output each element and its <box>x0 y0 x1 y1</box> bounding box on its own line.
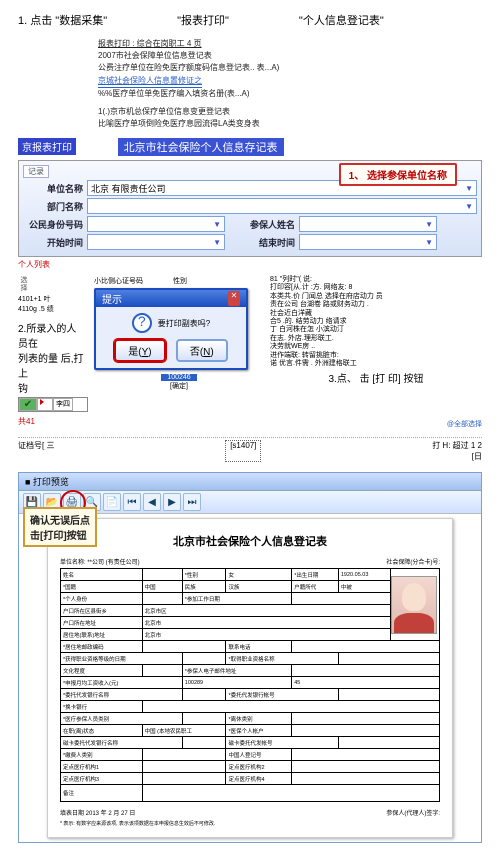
form-sign: 参保人(代理人)签字: <box>386 808 440 817</box>
bar-right: 北京市社会保险个人信息存记表 <box>118 138 284 156</box>
ok-pill: 100246 <box>161 374 196 381</box>
report-line-7: 比喻医疗单项倒险免医疗息园流得LA类变身表 <box>98 118 482 130</box>
input-name[interactable]: ▼ <box>299 216 437 232</box>
page-icon[interactable]: 📄 <box>103 493 121 511</box>
step3: 3.点、 击 [打 印] 按钮 <box>270 374 482 386</box>
chevron-down-icon: ▼ <box>213 238 221 247</box>
no-button[interactable]: 否(N) <box>176 339 228 362</box>
count-label: 共41 <box>18 416 88 427</box>
label-unit: 单位名称 <box>23 182 83 195</box>
report-line-3: 公费注疗单位在险免医疗额度码信息登记表.. 表...A) <box>98 62 482 74</box>
input-start[interactable]: ▼ <box>87 234 225 250</box>
callout-select-unit: 1、 选择参保单位名称 <box>339 163 457 186</box>
select-dept[interactable]: ▼ <box>87 198 477 214</box>
title-bars: 京报表打印 北京市社会保险个人信息存记表 <box>18 138 482 156</box>
label-idnum: 公民身份号码 <box>23 218 83 231</box>
step1-col3: "个人信息登记表" <box>299 12 384 28</box>
input-idnum[interactable]: ▼ <box>87 216 225 232</box>
sub-left: 单位名称: **公司 (有责任公司) <box>60 557 140 566</box>
nav-prev-icon[interactable]: ◀ <box>143 493 161 511</box>
print-preview-window: ■ 打印预览 💾 📂 🖨 🔍 📄 ⏮ ◀ ▶ ⏭ 确认无误后点 击[打印]按钮 … <box>18 472 482 843</box>
preview-page: 北京市社会保险个人信息登记表 单位名称: **公司 (有责任公司) 社会保障(分… <box>47 518 453 838</box>
tab-indicator: 记录 <box>23 165 49 178</box>
label-start: 开始时间 <box>23 236 83 249</box>
report-line-4: 京城社会保险人信息置修证之 <box>98 75 202 88</box>
ok-text: [确定] <box>170 383 188 390</box>
step1-text: 1. 点击 "数据采集" <box>18 12 107 28</box>
bar-left: 京报表打印 <box>18 138 76 155</box>
query-form-panel: 记录 单位名称 北京 有限责任公司▼ 1、 选择参保单位名称 部门名称 ▼ 公民… <box>18 160 482 257</box>
step2: 2.所录入的人 员在 列表的量 后,打上 钩 <box>18 320 88 395</box>
chevron-down-icon: ▼ <box>213 220 221 229</box>
registration-table: 姓名 *性别女 *出生日期1920.05.03 *国籍中国民族汉族户籍所代中被 … <box>60 568 440 802</box>
chevron-down-icon: ▼ <box>425 238 433 247</box>
report-line-2: 2007市社会保障单位信息登记表 <box>98 50 482 62</box>
report-list: 报表打印 : 综合在岗职工 4 页 2007市社会保障单位信息登记表 公费注疗单… <box>98 38 482 130</box>
report-line-6: 1(.)京市机总保疗单位信息变更登记表 <box>98 106 482 118</box>
right-notes: 81 "列时"( 说: 打印容[从.计 :方. 网络友: 8 本类共.价 门闻总… <box>270 276 482 419</box>
mid-footer: 证档号[ 三 [s1407] 打 H: 超过 1 2 [日 <box>18 437 482 462</box>
dialog-title-text: 提示 <box>102 291 122 306</box>
nav-last-icon[interactable]: ⏭ <box>183 493 201 511</box>
form-title: 北京市社会保险个人信息登记表 <box>60 533 440 549</box>
close-icon[interactable]: ✕ <box>228 291 240 306</box>
nav-first-icon[interactable]: ⏮ <box>123 493 141 511</box>
confirm-dialog: 提示 ✕ ? 要打印副表吗? 是(Y) 否(N) <box>94 288 248 370</box>
nav-next-icon[interactable]: ▶ <box>163 493 181 511</box>
checkbox-row: ✔ 李四 <box>18 397 88 412</box>
mid-section: 选择 4101+1 叶 4110g .5 绩 2.所录入的人 员在 列表的量 后… <box>18 276 482 419</box>
input-end[interactable]: ▼ <box>299 234 437 250</box>
label-name: 参保人姓名 <box>225 218 295 231</box>
section-label: 个人列表 <box>18 259 482 270</box>
form-note: * 表示: 有数字应来源该项, 表示该项数据在本申报信息生效后不可修改. <box>60 820 440 827</box>
question-icon: ? <box>132 313 152 333</box>
form-date: 填表日期 2013 年 2 月 27 日 <box>60 808 135 817</box>
dialog-message: 要打印副表吗? <box>158 318 210 329</box>
chevron-down-icon: ▼ <box>465 202 473 211</box>
vtext-select: 选择 <box>18 276 28 292</box>
report-line-1: 报表打印 : 综合在岗职工 4 页 <box>98 38 482 50</box>
instruction-steps: 1. 点击 "数据采集" "报表打印" "个人信息登记表" <box>18 12 482 28</box>
label-end: 结束时间 <box>225 236 295 249</box>
chevron-down-icon: ▼ <box>465 184 473 193</box>
checkbox-checked[interactable]: ✔ <box>19 398 37 411</box>
row-name: 李四 <box>53 398 73 411</box>
sub-right: 社会保障(分合卡)号: <box>386 557 440 566</box>
label-dept: 部门名称 <box>23 200 83 213</box>
callout-confirm-print: 确认无误后点 击[打印]按钮 <box>23 507 97 547</box>
step1-col2: "报表打印" <box>177 12 229 28</box>
yes-button[interactable]: 是(Y) <box>114 339 165 362</box>
photo-placeholder <box>391 576 437 634</box>
preview-titlebar: ■ 打印预览 <box>19 473 481 491</box>
triangle-icon <box>40 399 44 405</box>
report-line-5: %%医疗单位单免医疗编入填资名册(表...A) <box>98 88 482 100</box>
chevron-down-icon: ▼ <box>425 220 433 229</box>
